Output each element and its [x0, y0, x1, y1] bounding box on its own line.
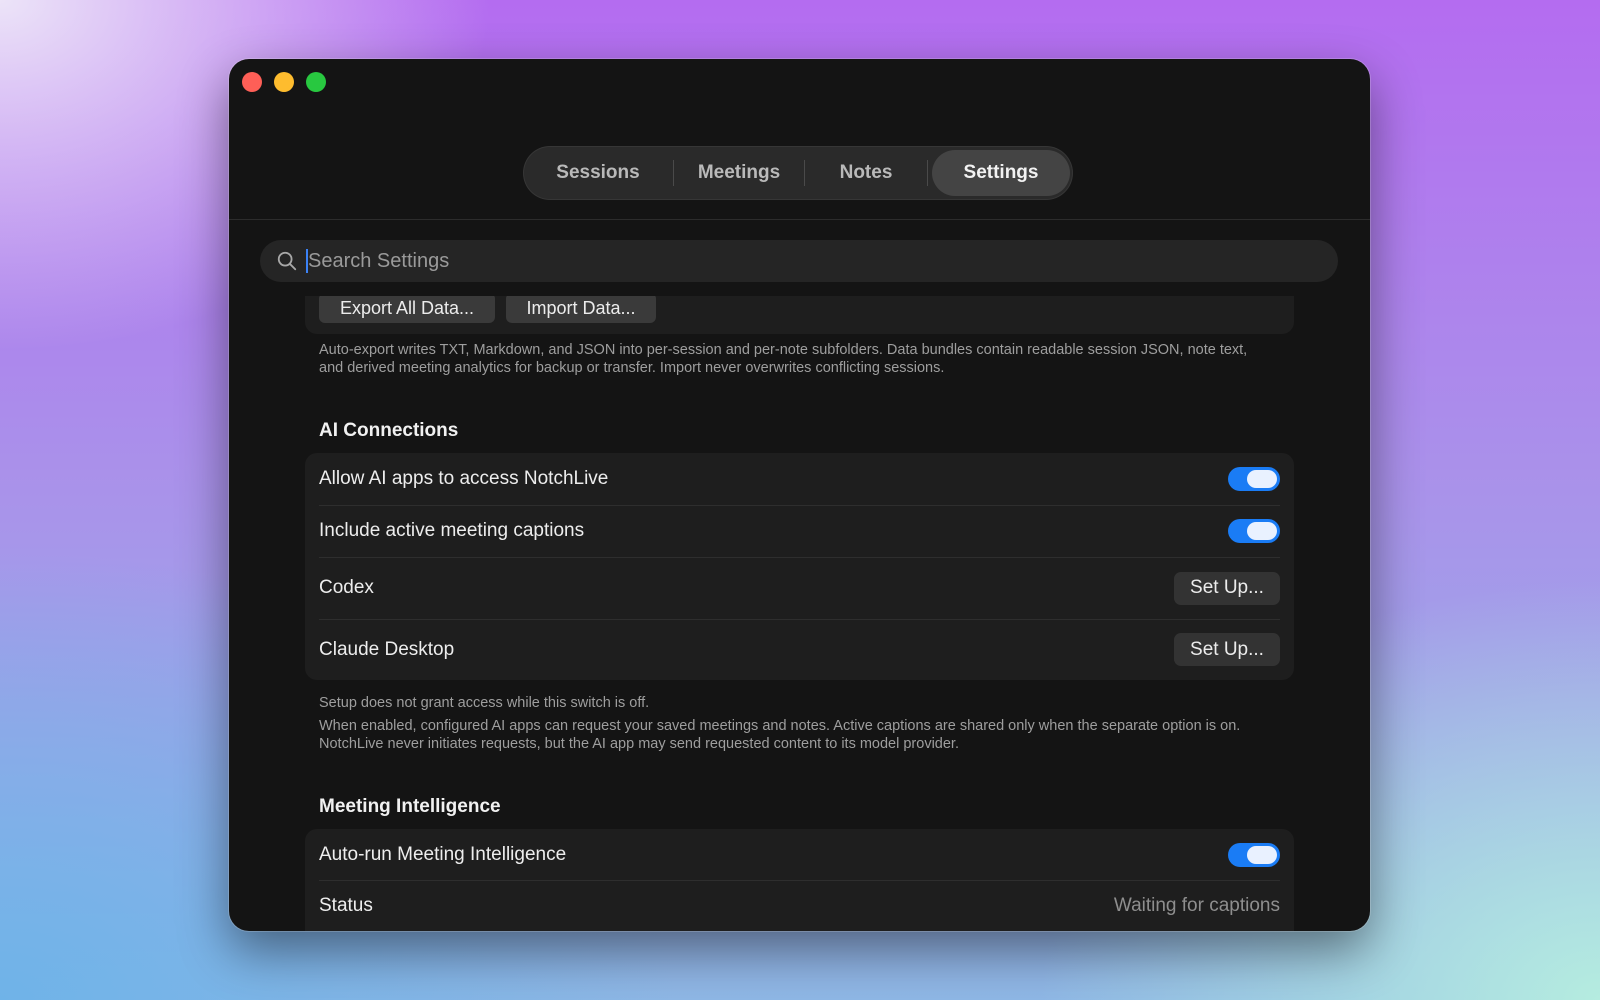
claude-desktop-setup-button[interactable]: Set Up...: [1174, 633, 1280, 666]
setting-row-codex: Codex Set Up...: [305, 557, 1294, 619]
setting-label: Include active meeting captions: [319, 520, 585, 541]
maximize-window-button[interactable]: [306, 72, 326, 92]
section-heading-meeting-intelligence: Meeting Intelligence: [319, 796, 501, 817]
meeting-intelligence-card: Auto-run Meeting Intelligence Status Wai…: [305, 829, 1294, 931]
segmented-tab-bar: Sessions Meetings Notes Settings: [523, 146, 1073, 200]
tab-meetings[interactable]: Meetings: [674, 150, 804, 196]
setting-label: Status: [319, 895, 373, 916]
toggle-knob: [1247, 845, 1277, 864]
setting-row-allow-ai: Allow AI apps to access NotchLive: [305, 453, 1294, 505]
section-heading-ai-connections: AI Connections: [319, 420, 459, 441]
tab-separator: [927, 160, 928, 186]
search-icon: [277, 251, 297, 271]
allow-ai-toggle[interactable]: [1228, 467, 1280, 491]
setting-row-include-captions: Include active meeting captions: [305, 505, 1294, 557]
auto-run-toggle[interactable]: [1228, 842, 1280, 867]
settings-window: Sessions Meetings Notes Settings Export …: [229, 59, 1370, 931]
tab-notes[interactable]: Notes: [805, 150, 927, 196]
data-description: Auto-export writes TXT, Markdown, and JS…: [319, 342, 1248, 376]
setting-row-claude-desktop: Claude Desktop Set Up...: [305, 619, 1294, 680]
toggle-knob: [1247, 470, 1277, 488]
ai-connections-card: Allow AI apps to access NotchLive Includ…: [305, 453, 1294, 680]
ai-setup-note: Setup does not grant access while this s…: [319, 695, 650, 711]
import-data-button[interactable]: Import Data...: [506, 296, 656, 323]
settings-scroll-area[interactable]: Export All Data... Import Data... Auto-e…: [229, 296, 1370, 931]
status-value: Waiting for captions: [1113, 895, 1280, 916]
setting-row-status: Status Waiting for captions: [305, 880, 1294, 931]
close-window-button[interactable]: [242, 72, 262, 92]
minimize-window-button[interactable]: [274, 72, 294, 92]
setting-label: Auto-run Meeting Intelligence: [319, 843, 567, 865]
tab-sessions[interactable]: Sessions: [523, 150, 673, 196]
setting-label: Allow AI apps to access NotchLive: [319, 468, 609, 489]
setting-label: Codex: [319, 577, 374, 598]
search-input[interactable]: [308, 249, 1288, 273]
setting-row-auto-run: Auto-run Meeting Intelligence: [305, 829, 1294, 880]
setting-label: Claude Desktop: [319, 638, 455, 660]
data-card: Export All Data... Import Data...: [305, 296, 1294, 334]
codex-setup-button[interactable]: Set Up...: [1174, 571, 1280, 605]
header-divider: [229, 219, 1370, 220]
search-bar[interactable]: [260, 240, 1338, 282]
tab-settings[interactable]: Settings: [932, 150, 1070, 196]
export-all-data-button[interactable]: Export All Data...: [319, 296, 495, 323]
include-captions-toggle[interactable]: [1228, 519, 1280, 543]
window-controls: [242, 72, 326, 92]
ai-connections-description: When enabled, configured AI apps can req…: [319, 718, 1241, 752]
toggle-knob: [1247, 522, 1277, 540]
